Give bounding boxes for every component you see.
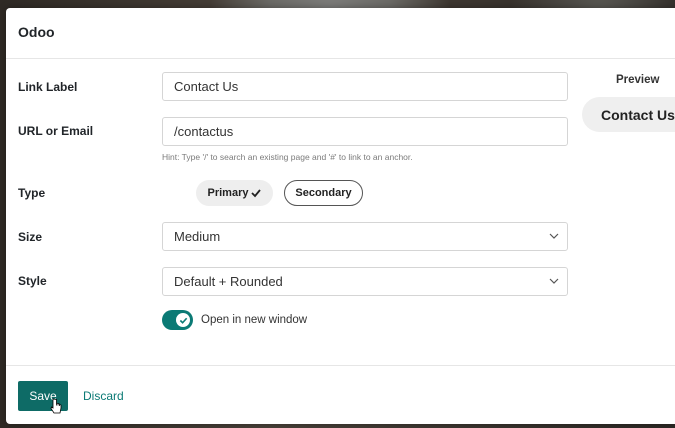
type-label: Type xyxy=(18,186,46,200)
chevron-down-icon xyxy=(549,233,559,239)
size-select[interactable]: Medium xyxy=(162,222,568,251)
url-hint: Hint: Type '/' to search an existing pag… xyxy=(162,152,413,162)
dialog-header: Odoo xyxy=(6,8,675,59)
style-select[interactable]: Default + Rounded xyxy=(162,267,568,296)
preview-button: Contact Us xyxy=(582,97,675,132)
type-primary-label: Primary xyxy=(207,187,249,199)
new-window-label: Open in new window xyxy=(201,314,308,326)
check-icon xyxy=(251,189,262,198)
size-value: Medium xyxy=(174,229,221,244)
link-dialog: Odoo Link Label URL or Email Hint: Type … xyxy=(6,8,675,424)
dialog-title: Odoo xyxy=(18,24,55,40)
size-label: Size xyxy=(18,230,43,244)
url-label: URL or Email xyxy=(18,124,94,138)
preview-button-label: Contact Us xyxy=(601,106,675,123)
preview-title: Preview xyxy=(616,74,660,86)
check-icon xyxy=(179,317,187,324)
discard-button[interactable]: Discard xyxy=(83,389,124,403)
url-input[interactable] xyxy=(162,117,568,146)
type-secondary-label: Secondary xyxy=(295,187,352,199)
style-value: Default + Rounded xyxy=(174,274,283,289)
chevron-down-icon xyxy=(549,278,559,284)
link-label-input[interactable] xyxy=(162,72,568,101)
cursor-pointer-icon xyxy=(50,398,62,414)
toggle-knob xyxy=(176,313,190,327)
type-secondary-button[interactable]: Secondary xyxy=(284,180,363,206)
new-window-toggle[interactable] xyxy=(162,310,193,330)
type-primary-button[interactable]: Primary xyxy=(196,180,273,206)
style-label: Style xyxy=(18,274,47,288)
link-label-label: Link Label xyxy=(18,80,78,94)
